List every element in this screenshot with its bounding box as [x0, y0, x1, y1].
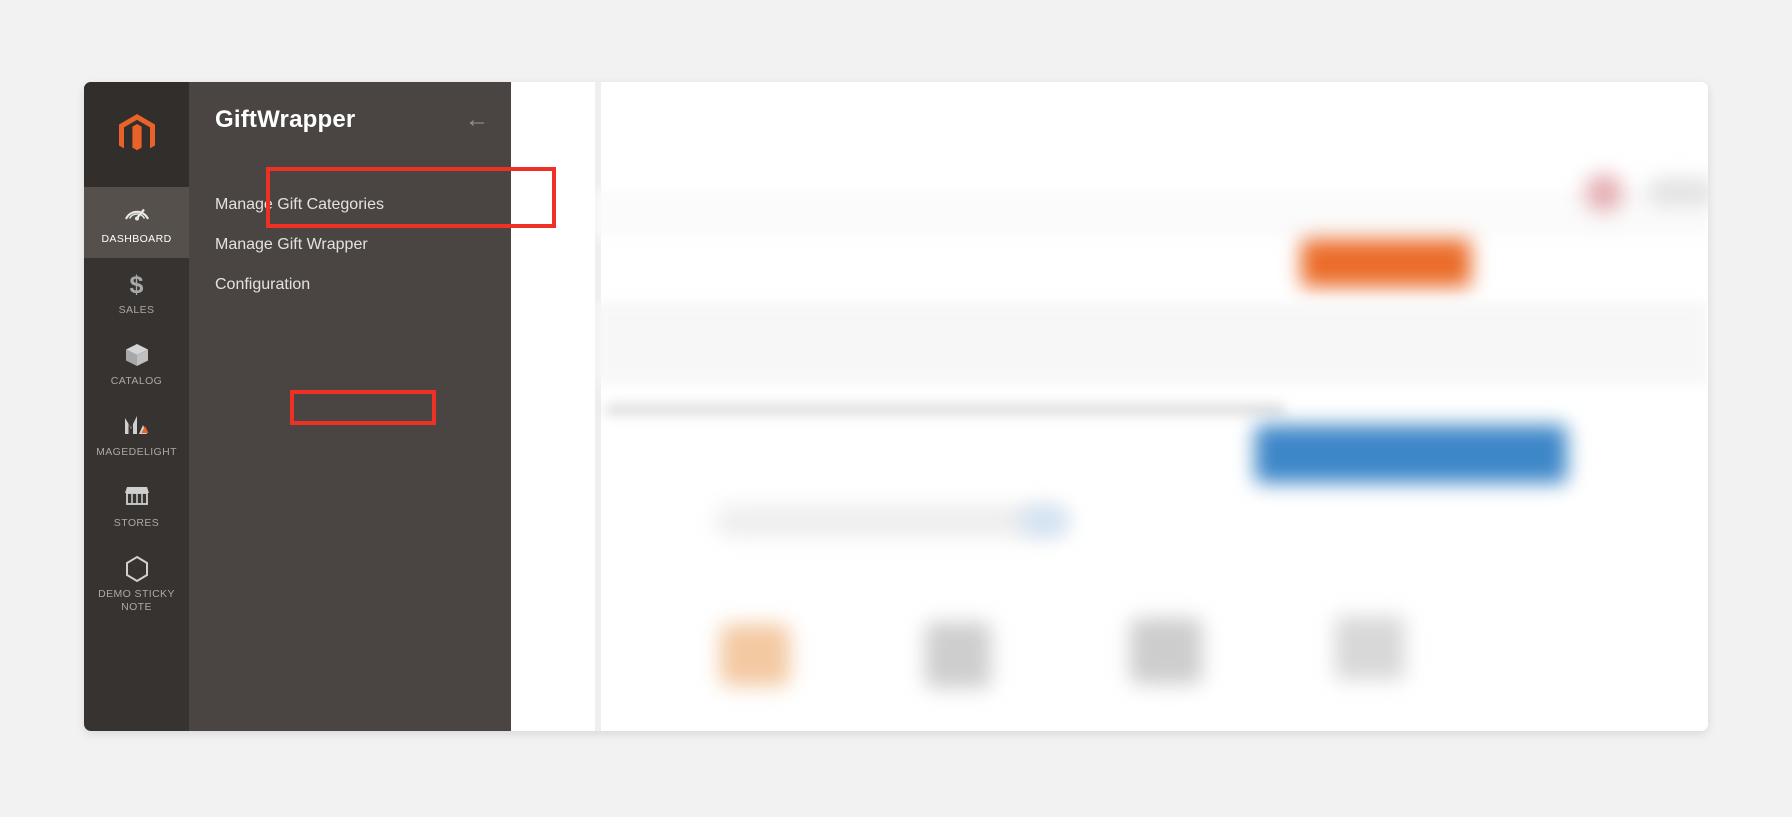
submenu-item-manage-gift-categories[interactable]: Manage Gift Categories	[189, 186, 511, 226]
content-icon-blurred	[1335, 616, 1405, 680]
sidebar-item-label: MAGEDELIGHT	[96, 446, 177, 458]
admin-window-card: DASHBOARD $ SALES CATALOG MAGEDELIGHT ST…	[84, 82, 1708, 731]
arrow-left-icon[interactable]: ←	[465, 108, 489, 132]
search-pill-blurred[interactable]	[715, 505, 1067, 537]
sidebar-item-dashboard[interactable]: DASHBOARD	[84, 187, 189, 258]
storefront-icon	[88, 484, 185, 512]
submenu-header: GiftWrapper ←	[189, 82, 511, 158]
sidebar-item-label: CATALOG	[110, 375, 163, 387]
sidebar-item-magedelight[interactable]: MAGEDELIGHT	[84, 400, 189, 471]
sidebar-rail: DASHBOARD $ SALES CATALOG MAGEDELIGHT ST…	[84, 82, 189, 731]
dollar-icon: $	[129, 271, 144, 299]
sidebar-item-stores[interactable]: STORES	[84, 471, 189, 542]
submenu-panel: GiftWrapper ← Manage Gift Categories Man…	[189, 82, 511, 731]
gauge-icon	[88, 200, 185, 228]
screen: DASHBOARD $ SALES CATALOG MAGEDELIGHT ST…	[0, 0, 1792, 817]
sidebar-item-catalog[interactable]: CATALOG	[84, 329, 189, 400]
content-right-edge	[595, 82, 601, 731]
content-icon-blurred	[720, 624, 790, 686]
submenu-item-manage-gift-wrapper[interactable]: Manage Gift Wrapper	[189, 226, 511, 266]
submenu-item-configuration[interactable]: Configuration	[189, 266, 511, 306]
submenu-list: Manage Gift Categories Manage Gift Wrapp…	[189, 158, 511, 306]
header-control-blurred	[1647, 178, 1708, 206]
primary-button-blurred[interactable]	[1301, 239, 1471, 287]
notification-badge-blurred	[1585, 174, 1623, 212]
sidebar-item-label: STORES	[113, 517, 160, 529]
content-icon-blurred	[925, 622, 991, 688]
magedelight-icon	[88, 413, 185, 441]
submenu-title: GiftWrapper	[215, 106, 356, 133]
content-row-strip	[595, 302, 1708, 384]
magento-logo-icon[interactable]	[84, 82, 189, 187]
search-pill-accent-blurred	[1020, 507, 1068, 535]
sidebar-item-demo-sticky-note[interactable]: DEMO STICKY NOTE	[84, 542, 189, 626]
sidebar-item-sales[interactable]: $ SALES	[84, 258, 189, 329]
sidebar-item-label: DEMO STICKY NOTE	[98, 588, 175, 613]
sidebar-item-label: SALES	[118, 304, 155, 316]
main-content-blurred	[595, 82, 1708, 731]
sidebar-item-label: DASHBOARD	[101, 233, 172, 245]
secondary-button-blurred[interactable]	[1255, 425, 1567, 483]
content-text-line-blurred	[605, 404, 1285, 415]
hexagon-icon	[88, 555, 185, 583]
content-header-bar	[595, 190, 1708, 238]
content-icon-blurred	[1130, 618, 1202, 684]
box-icon	[88, 342, 185, 370]
